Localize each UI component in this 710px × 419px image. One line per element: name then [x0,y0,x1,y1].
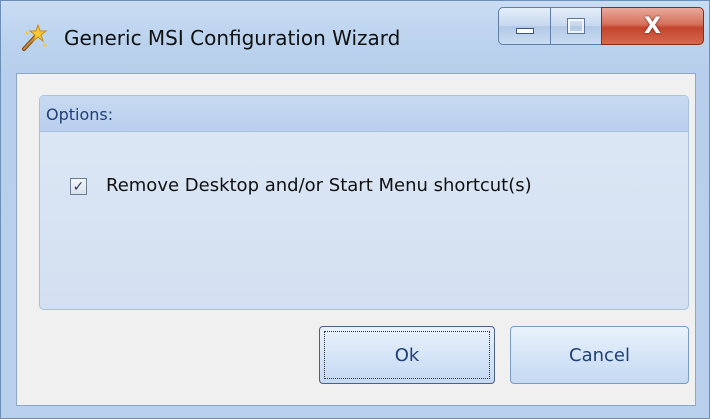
wizard-window: Generic MSI Configuration Wizard X Optio… [0,0,710,419]
close-button[interactable]: X [601,7,704,45]
remove-shortcuts-checkbox[interactable]: ✓ [70,178,87,195]
wizard-wand-icon [19,23,49,53]
minimize-icon [515,28,534,34]
title-bar[interactable]: Generic MSI Configuration Wizard X [1,1,709,71]
options-group-title: Options: [46,105,114,124]
maximize-button[interactable] [550,7,602,45]
window-title: Generic MSI Configuration Wizard [64,26,401,50]
ok-button-label: Ok [394,344,420,366]
checkmark-icon: ✓ [72,178,85,195]
remove-shortcuts-label[interactable]: Remove Desktop and/or Start Menu shortcu… [106,175,532,196]
caption-buttons: X [498,7,704,45]
ok-button[interactable]: Ok [319,326,495,384]
minimize-button[interactable] [498,7,551,45]
cancel-button[interactable]: Cancel [510,326,689,384]
options-group-header: Options: [40,96,688,132]
dialog-client-area: Options: ✓ Remove Desktop and/or Start M… [16,73,696,406]
cancel-button-label: Cancel [569,344,630,366]
options-group: Options: ✓ Remove Desktop and/or Start M… [39,95,689,310]
close-icon: X [644,13,661,39]
maximize-icon [567,18,585,34]
